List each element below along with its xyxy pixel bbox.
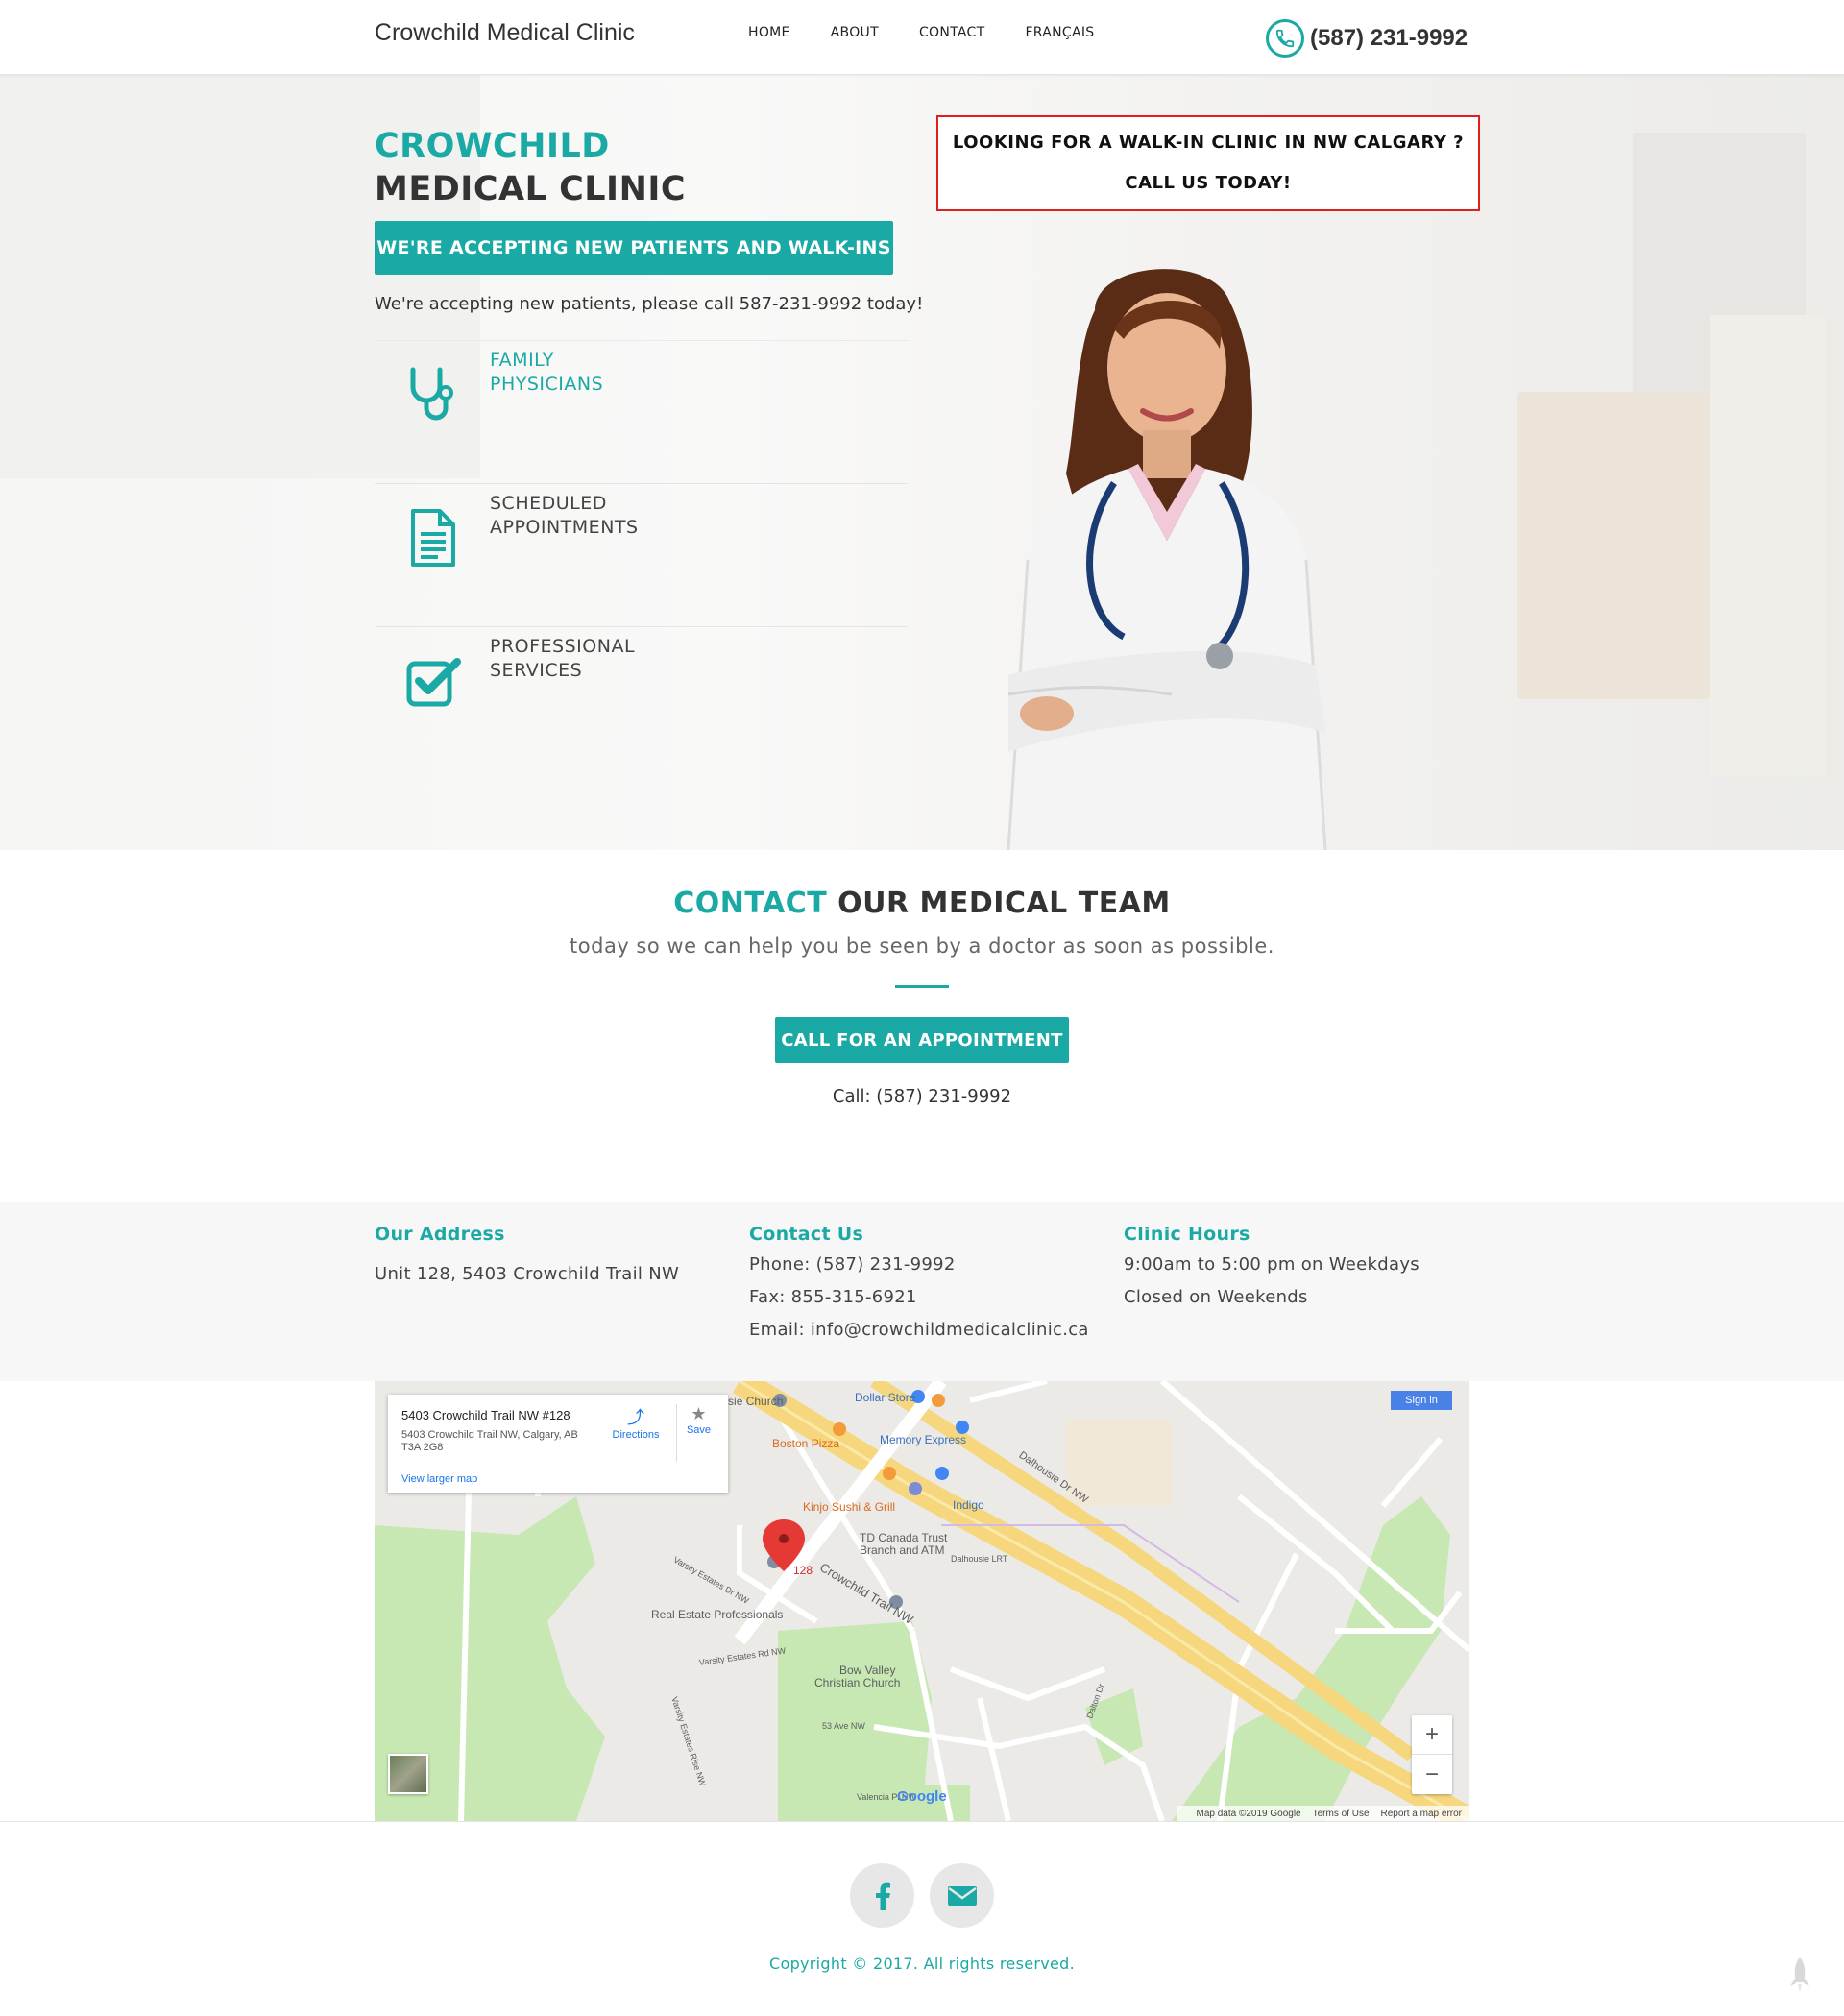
address-column: Our Address Unit 128, 5403 Crowchild Tra… <box>375 1224 740 1291</box>
terms-link[interactable]: Terms of Use <box>1313 1809 1370 1819</box>
hero-lead-text: We're accepting new patients, please cal… <box>375 294 924 314</box>
address-line: Unit 128, 5403 Crowchild Trail NW <box>375 1264 680 1284</box>
address-heading: Our Address <box>375 1224 505 1245</box>
map-data-text: Map data ©2019 Google <box>1196 1808 1301 1819</box>
map-card-address: 5403 Crowchild Trail NW, Calgary, AB T3A… <box>401 1429 578 1453</box>
map-label: Kinjo Sushi & Grill <box>803 1500 896 1514</box>
contact-phone[interactable]: Phone: (587) 231-9992 <box>749 1249 1114 1281</box>
google-map[interactable]: Dalhousie Church Dollar Store Boston Piz… <box>375 1381 1469 1821</box>
google-logo: Google <box>897 1788 947 1805</box>
document-icon <box>411 509 455 567</box>
feature-item: SCHEDULED APPOINTMENTS <box>375 483 908 626</box>
info-section: Our Address Unit 128, 5403 Crowchild Tra… <box>0 1202 1844 1381</box>
directions-icon: ⤴ <box>627 1408 644 1427</box>
zoom-control: + − <box>1412 1715 1452 1794</box>
main-nav: HOME ABOUT CONTACT FRANÇAIS <box>748 25 1134 40</box>
site-brand[interactable]: Crowchild Medical Clinic <box>375 19 635 47</box>
map-label: Boston Pizza <box>772 1437 840 1450</box>
map-label: Real Estate Professionals <box>651 1608 784 1621</box>
contact-fax: Fax: 855-315-6921 <box>749 1287 917 1307</box>
nav-contact[interactable]: CONTACT <box>919 25 985 40</box>
contact-section: CONTACT OUR MEDICAL TEAM today so we can… <box>0 850 1844 1202</box>
stethoscope-icon <box>410 367 453 421</box>
zoom-out-button[interactable]: − <box>1412 1755 1452 1794</box>
feature-item: PROFESSIONAL SERVICES <box>375 626 908 769</box>
header-phone-number[interactable]: (587) 231-9992 <box>1310 25 1468 52</box>
nav-home[interactable]: HOME <box>748 25 790 40</box>
star-icon: ★ <box>691 1404 707 1423</box>
site-header: Crowchild Medical Clinic HOME ABOUT CONT… <box>0 0 1844 75</box>
facebook-icon[interactable] <box>850 1863 914 1928</box>
map-label: Indigo <box>953 1498 984 1512</box>
contact-subtitle: today so we can help you be seen by a do… <box>570 935 1274 958</box>
hours-weekends: Closed on Weekends <box>1124 1287 1308 1307</box>
marker-label: 128 <box>793 1564 813 1577</box>
copyright-text: Copyright © 2017. All rights reserved. <box>769 1955 1075 1973</box>
call-phone-line[interactable]: Call: (587) 231-9992 <box>0 1086 1844 1106</box>
contact-email[interactable]: Email: info@crowchildmedicalclinic.ca <box>749 1314 1114 1347</box>
save-button[interactable]: ★ Save <box>676 1404 720 1462</box>
zoom-in-button[interactable]: + <box>1412 1715 1452 1755</box>
satellite-toggle[interactable] <box>388 1754 428 1794</box>
hero-section: CROWCHILD MEDICAL CLINIC WE'RE ACCEPTING… <box>0 75 1844 850</box>
contact-column: Contact Us Phone: (587) 231-9992 Fax: 85… <box>749 1224 1114 1347</box>
map-label: Christian Church <box>814 1676 901 1689</box>
header-phone[interactable]: (587) 231-9992 <box>1266 19 1468 58</box>
hours-weekdays: 9:00am to 5:00 pm on Weekdays <box>1124 1254 1419 1275</box>
report-error-link[interactable]: Report a map error <box>1381 1809 1462 1819</box>
contact-title: CONTACT OUR MEDICAL TEAM <box>673 887 1171 920</box>
email-icon[interactable] <box>930 1863 994 1928</box>
back-to-top-icon[interactable] <box>1788 1957 1811 1992</box>
accepting-patients-banner[interactable]: WE'RE ACCEPTING NEW PATIENTS AND WALK-IN… <box>375 221 893 275</box>
feature-list: FAMILY PHYSICIANS SCHEDULED APPOINTMENTS… <box>375 340 908 769</box>
doctor-photo <box>1007 269 1327 850</box>
contact-heading: Contact Us <box>749 1224 864 1245</box>
nav-about[interactable]: ABOUT <box>831 25 879 40</box>
view-larger-map-link[interactable]: View larger map <box>401 1473 477 1485</box>
hero-title-line2: MEDICAL CLINIC <box>375 170 687 208</box>
map-label: Bow Valley <box>839 1664 896 1677</box>
map-label: Memory Express <box>880 1433 967 1446</box>
walk-in-callout: LOOKING FOR A WALK-IN CLINIC IN NW CALGA… <box>936 115 1480 211</box>
checkbox-icon <box>406 658 461 707</box>
map-label: Dollar Store <box>855 1391 916 1404</box>
hours-heading: Clinic Hours <box>1124 1224 1250 1245</box>
feature-label: FAMILY PHYSICIANS <box>490 350 604 395</box>
call-appointment-button[interactable]: CALL FOR AN APPOINTMENT <box>775 1017 1069 1063</box>
background-cabinet <box>1517 392 1710 699</box>
site-footer: Copyright © 2017. All rights reserved. <box>0 1821 1844 2016</box>
background-blur <box>1710 315 1825 776</box>
directions-button[interactable]: ⤴ Directions <box>607 1404 665 1441</box>
phone-icon <box>1266 19 1304 58</box>
map-label: Branch and ATM <box>860 1543 945 1557</box>
hours-column: Clinic Hours 9:00am to 5:00 pm on Weekda… <box>1124 1224 1489 1314</box>
map-card-title: 5403 Crowchild Trail NW #128 <box>401 1408 570 1422</box>
feature-label: SCHEDULED APPOINTMENTS <box>490 493 639 538</box>
divider <box>895 985 949 988</box>
map-label: TD Canada Trust <box>860 1531 948 1544</box>
hero-title-line1: CROWCHILD <box>375 127 610 165</box>
map-info-card: 5403 Crowchild Trail NW #128 5403 Crowch… <box>388 1395 728 1493</box>
feature-label: PROFESSIONAL SERVICES <box>490 636 636 681</box>
sign-in-button[interactable]: Sign in <box>1391 1391 1452 1410</box>
map-attribution: Map data ©2019 Google Terms of Use Repor… <box>1177 1806 1469 1821</box>
map-label: Dalhousie LRT <box>951 1554 1008 1564</box>
feature-item: FAMILY PHYSICIANS <box>375 340 908 483</box>
nav-francais[interactable]: FRANÇAIS <box>1025 25 1094 40</box>
map-label: 53 Ave NW <box>822 1721 865 1731</box>
